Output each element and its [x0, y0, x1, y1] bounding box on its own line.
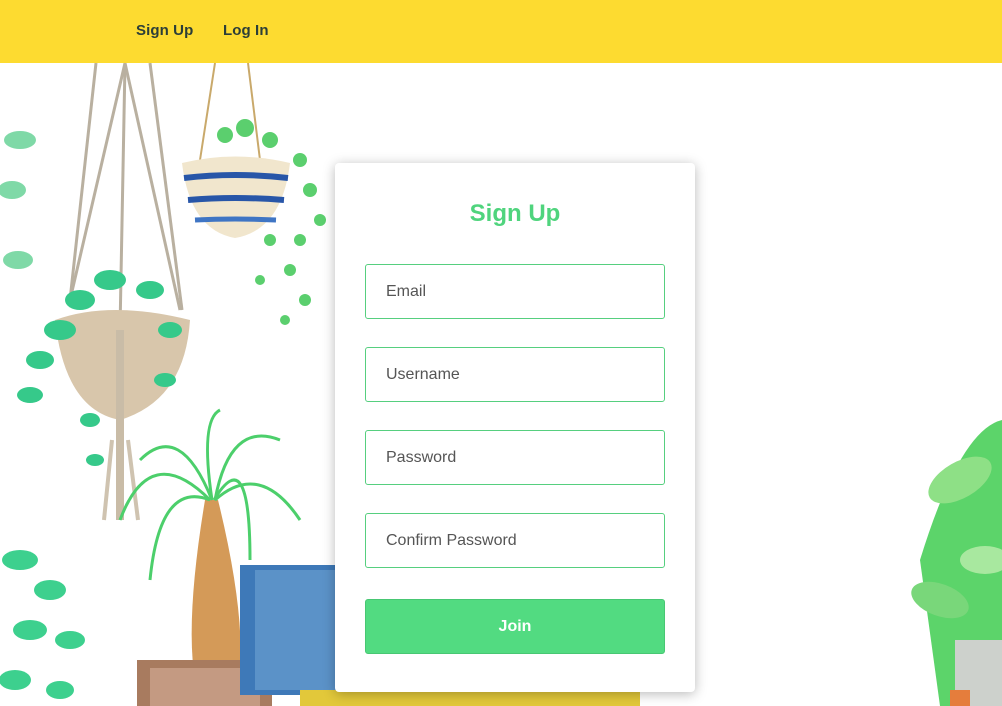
signup-card: Sign Up Join [335, 163, 695, 692]
username-field[interactable] [365, 347, 665, 402]
right-potted-plant-icon [911, 420, 1002, 706]
signup-form-title: Sign Up [469, 200, 561, 227]
password-field[interactable] [365, 430, 665, 485]
striped-bowl-planter-icon [182, 63, 290, 238]
join-button[interactable]: Join [365, 599, 665, 654]
email-field[interactable] [365, 264, 665, 319]
nav-login-link[interactable]: Log In [223, 22, 269, 39]
confirm-password-field[interactable] [365, 513, 665, 568]
bottom-left-leaves-icon [0, 550, 85, 699]
nav-signup-link[interactable]: Sign Up [136, 22, 193, 39]
hanging-leaves-icon [0, 131, 182, 466]
macrame-hanger-icon [68, 63, 184, 331]
top-nav-bar: Sign Up Log In [0, 0, 1002, 63]
